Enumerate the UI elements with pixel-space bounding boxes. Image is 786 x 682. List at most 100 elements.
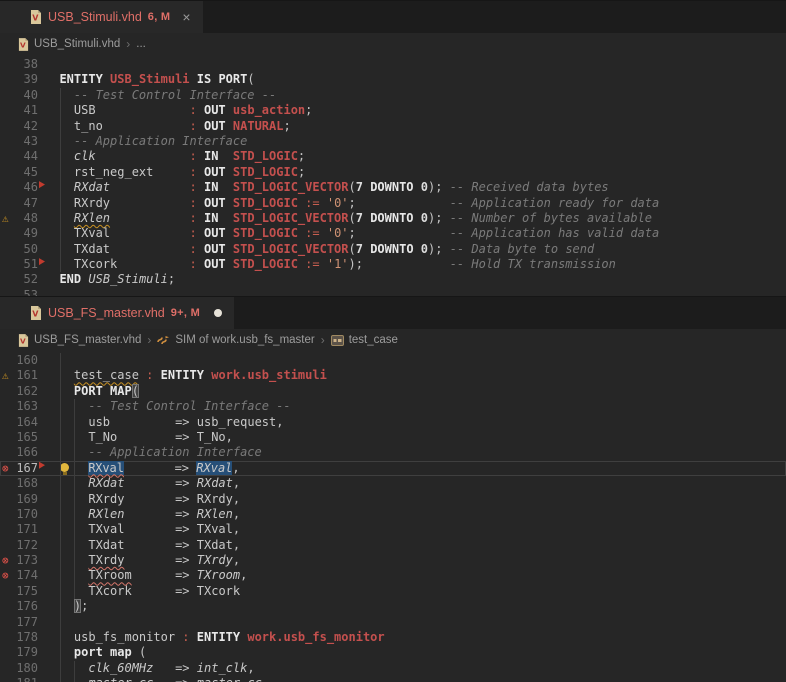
close-icon[interactable]: × (182, 10, 190, 24)
tab-usb-stimuli[interactable]: V USB_Stimuli.vhd 6, M × (0, 1, 203, 33)
code-text: -- Test Control Interface -- (45, 399, 291, 414)
tab-label: USB_Stimuli.vhd (48, 10, 142, 24)
line-number: 44 (0, 149, 38, 164)
code-line[interactable]: 168 RXdat => RXdat, (0, 476, 786, 491)
code-line[interactable]: 52 END USB_Stimuli; (0, 272, 786, 287)
line-number: 52 (0, 272, 38, 287)
line-number: 160 (0, 353, 38, 368)
unsaved-dot-icon[interactable] (214, 309, 222, 317)
code-line[interactable]: 175 TXcork => TXcork (0, 584, 786, 599)
code-line[interactable]: 50 TXdat : OUT STD_LOGIC_VECTOR(7 DOWNTO… (0, 242, 786, 257)
code-line[interactable]: 163 -- Test Control Interface -- (0, 399, 786, 414)
svg-text:V: V (20, 336, 26, 345)
breadcrumb-top: V USB_Stimuli.vhd › ... (0, 33, 786, 55)
svg-text:V: V (32, 14, 39, 23)
code-line[interactable]: 43 -- Application Interface (0, 134, 786, 149)
tab-bar-top: V USB_Stimuli.vhd 6, M × (0, 0, 786, 33)
line-number: 175 (0, 584, 38, 599)
breadcrumb-symbol[interactable]: SIM of work.usb_fs_master (175, 334, 314, 346)
code-area-bottom[interactable]: 160⚠161 test_case : ENTITY work.usb_stim… (0, 351, 786, 682)
line-number: 180 (0, 661, 38, 676)
code-line[interactable]: 38 (0, 57, 786, 72)
code-line[interactable]: 166 -- Application Interface (0, 445, 786, 460)
code-line[interactable]: 181 master_cc => master_cc, (0, 676, 786, 682)
code-line[interactable]: ⊗174 TXroom => TXroom, (0, 568, 786, 583)
line-number: 42 (0, 119, 38, 134)
code-line[interactable]: 41 USB : OUT usb_action; (0, 103, 786, 118)
line-number: 171 (0, 522, 38, 537)
code-line[interactable]: 39 ENTITY USB_Stimuli IS PORT( (0, 72, 786, 87)
vhdl-file-icon: V (18, 334, 29, 347)
code-text: RXlen : IN STD_LOGIC_VECTOR(7 DOWNTO 0);… (45, 211, 652, 226)
code-text: clk : IN STD_LOGIC; (45, 149, 305, 164)
line-number: 38 (0, 57, 38, 72)
code-line[interactable]: 45 rst_neg_ext : OUT STD_LOGIC; (0, 165, 786, 180)
code-line[interactable]: 49 TXval : OUT STD_LOGIC := '0'; -- Appl… (0, 226, 786, 241)
code-text: RXval => RXval, (45, 461, 240, 476)
code-text: -- Test Control Interface -- (45, 88, 276, 103)
code-line[interactable]: 42 t_no : OUT NATURAL; (0, 119, 786, 134)
code-line[interactable]: 51 TXcork : OUT STD_LOGIC := '1'); -- Ho… (0, 257, 786, 272)
code-line[interactable]: 170 RXlen => RXlen, (0, 507, 786, 522)
code-line[interactable]: 179 port map ( (0, 645, 786, 660)
tab-problems-badge: 6, M (148, 11, 171, 23)
svg-text:V: V (32, 310, 39, 319)
code-text: TXdat : OUT STD_LOGIC_VECTOR(7 DOWNTO 0)… (45, 242, 594, 257)
editor-group-top: V USB_Stimuli.vhd 6, M × V USB_Stimuli.v… (0, 0, 786, 296)
code-line[interactable]: 53 (0, 288, 786, 296)
line-number: 50 (0, 242, 38, 257)
code-line[interactable]: 178 usb_fs_monitor : ENTITY work.usb_fs_… (0, 630, 786, 645)
code-line[interactable]: 162 PORT MAP( (0, 384, 786, 399)
line-number: 40 (0, 88, 38, 103)
breadcrumb-file[interactable]: USB_FS_master.vhd (34, 334, 141, 346)
chevron-right-icon: › (125, 37, 131, 51)
code-line[interactable]: 164 usb => usb_request, (0, 415, 786, 430)
code-line[interactable]: 176 ); (0, 599, 786, 614)
code-text: RXrdy : OUT STD_LOGIC := '0'; -- Applica… (45, 196, 659, 211)
line-number: 173 (0, 553, 38, 568)
code-text: RXdat => RXdat, (45, 476, 240, 491)
breadcrumb-ellipsis[interactable]: ... (136, 38, 146, 50)
code-line[interactable]: 165 T_No => T_No, (0, 430, 786, 445)
line-number: 169 (0, 492, 38, 507)
line-number: 43 (0, 134, 38, 149)
code-line[interactable]: 169 RXrdy => RXrdy, (0, 492, 786, 507)
code-line[interactable]: ⊗173 TXrdy => TXrdy, (0, 553, 786, 568)
line-number: 181 (0, 676, 38, 682)
line-number: 46 (0, 180, 38, 195)
code-text: TXcork : OUT STD_LOGIC := '1'); -- Hold … (45, 257, 616, 272)
line-number: 176 (0, 599, 38, 614)
code-text: port map ( (45, 645, 146, 660)
code-line[interactable]: 177 (0, 615, 786, 630)
tab-usb-fs-master[interactable]: V USB_FS_master.vhd 9+, M (0, 297, 234, 329)
code-text: USB : OUT usb_action; (45, 103, 312, 118)
breadcrumb-bottom: V USB_FS_master.vhd › SIM of work.usb_fs… (0, 329, 786, 351)
code-text: TXval : OUT STD_LOGIC := '0'; -- Applica… (45, 226, 659, 241)
breadcrumb-file[interactable]: USB_Stimuli.vhd (34, 38, 120, 50)
symbol-instance-icon (331, 335, 344, 346)
code-line[interactable]: ⚠48 RXlen : IN STD_LOGIC_VECTOR(7 DOWNTO… (0, 211, 786, 226)
code-line[interactable]: 46 RXdat : IN STD_LOGIC_VECTOR(7 DOWNTO … (0, 180, 786, 195)
code-line[interactable]: 180 clk_60MHz => int_clk, (0, 661, 786, 676)
symbol-architecture-icon (157, 334, 170, 346)
code-area-top[interactable]: 3839 ENTITY USB_Stimuli IS PORT(40 -- Te… (0, 55, 786, 296)
code-line[interactable]: 172 TXdat => TXdat, (0, 538, 786, 553)
breadcrumb-member[interactable]: test_case (349, 334, 398, 346)
code-line[interactable]: 47 RXrdy : OUT STD_LOGIC := '0'; -- Appl… (0, 196, 786, 211)
indent-guide (60, 353, 61, 368)
code-line[interactable]: 171 TXval => TXval, (0, 522, 786, 537)
code-line[interactable]: ⊗167 RXval => RXval, (0, 461, 786, 476)
code-line[interactable]: ⚠161 test_case : ENTITY work.usb_stimuli (0, 368, 786, 383)
code-text: TXrdy => TXrdy, (45, 553, 240, 568)
line-number: 47 (0, 196, 38, 211)
line-number: 162 (0, 384, 38, 399)
code-line[interactable]: 44 clk : IN STD_LOGIC; (0, 149, 786, 164)
code-text: usb_fs_monitor : ENTITY work.usb_fs_moni… (45, 630, 385, 645)
vhdl-file-icon: V (18, 38, 29, 51)
line-number: 45 (0, 165, 38, 180)
code-line[interactable]: 40 -- Test Control Interface -- (0, 88, 786, 103)
code-text: TXroom => TXroom, (45, 568, 247, 583)
code-text: ENTITY USB_Stimuli IS PORT( (45, 72, 255, 87)
code-text: RXlen => RXlen, (45, 507, 240, 522)
code-line[interactable]: 160 (0, 353, 786, 368)
